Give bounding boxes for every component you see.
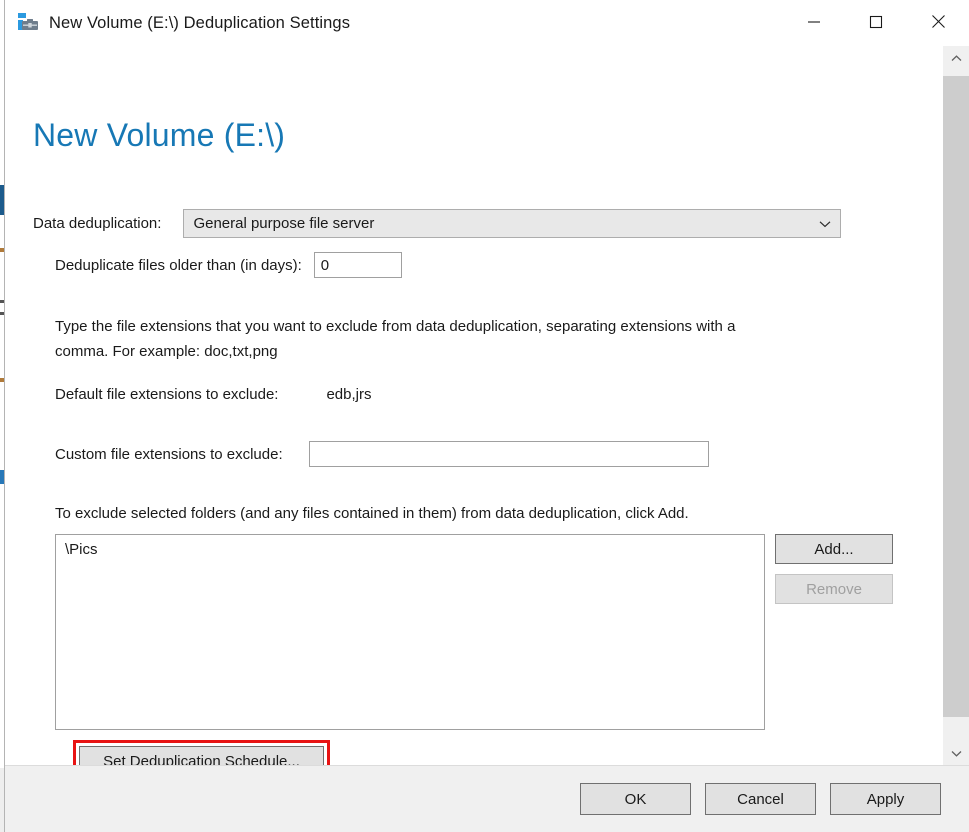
minimize-button[interactable] <box>783 0 845 46</box>
custom-extensions-label: Custom file extensions to exclude: <box>55 446 283 463</box>
window-title: New Volume (E:\) Deduplication Settings <box>49 14 350 33</box>
scroll-track[interactable] <box>943 70 969 741</box>
extensions-instruction-text: Type the file extensions that you want t… <box>55 314 775 364</box>
page-title: New Volume (E:\) <box>33 117 285 154</box>
schedule-button-wrapper: Set Deduplication Schedule... <box>79 746 324 765</box>
default-extensions-label: Default file extensions to exclude: <box>55 386 278 403</box>
deduplication-settings-dialog: New Volume (E:\) Deduplication Settings <box>4 0 969 832</box>
set-deduplication-schedule-button[interactable]: Set Deduplication Schedule... <box>79 746 324 765</box>
minimize-icon <box>807 15 821 32</box>
add-folder-button[interactable]: Add... <box>775 534 893 564</box>
window-controls <box>783 0 969 46</box>
list-item[interactable]: \Pics <box>56 535 764 558</box>
vertical-scrollbar[interactable] <box>942 46 969 765</box>
chevron-up-icon <box>951 49 962 67</box>
dialog-body: New Volume (E:\) Data deduplication: Gen… <box>5 46 969 765</box>
deduplicate-age-input[interactable]: 0 <box>314 252 402 278</box>
folder-actions: Add... Remove <box>775 534 893 604</box>
deduplicate-age-row: Deduplicate files older than (in days): … <box>55 252 402 278</box>
excluded-folders-list[interactable]: \Pics <box>55 534 765 730</box>
dialog-footer: OK Cancel Apply <box>5 765 969 832</box>
volume-dedup-icon <box>17 12 39 34</box>
scroll-down-button[interactable] <box>943 741 969 765</box>
custom-extensions-input[interactable] <box>309 441 709 467</box>
settings-content: New Volume (E:\) Data deduplication: Gen… <box>5 46 942 765</box>
chevron-down-icon <box>951 744 962 762</box>
maximize-icon <box>869 15 883 32</box>
default-extensions-row: Default file extensions to exclude: edb,… <box>55 386 372 403</box>
data-deduplication-value: General purpose file server <box>184 215 374 232</box>
scroll-up-button[interactable] <box>943 46 969 70</box>
ok-button[interactable]: OK <box>580 783 691 815</box>
remove-folder-button[interactable]: Remove <box>775 574 893 604</box>
excluded-folders-hint: To exclude selected folders (and any fil… <box>55 505 689 522</box>
deduplicate-age-label: Deduplicate files older than (in days): <box>55 257 302 274</box>
custom-extensions-row: Custom file extensions to exclude: <box>55 441 815 467</box>
scroll-thumb[interactable] <box>943 76 969 717</box>
data-deduplication-select[interactable]: General purpose file server <box>183 209 841 238</box>
apply-button[interactable]: Apply <box>830 783 941 815</box>
chevron-down-icon <box>819 215 831 233</box>
default-extensions-value: edb,jrs <box>326 386 371 403</box>
maximize-button[interactable] <box>845 0 907 46</box>
data-deduplication-row: Data deduplication: General purpose file… <box>33 209 841 238</box>
cancel-button[interactable]: Cancel <box>705 783 816 815</box>
close-button[interactable] <box>907 0 969 46</box>
title-bar: New Volume (E:\) Deduplication Settings <box>5 0 969 46</box>
close-icon <box>931 14 946 32</box>
data-deduplication-label: Data deduplication: <box>33 215 161 232</box>
